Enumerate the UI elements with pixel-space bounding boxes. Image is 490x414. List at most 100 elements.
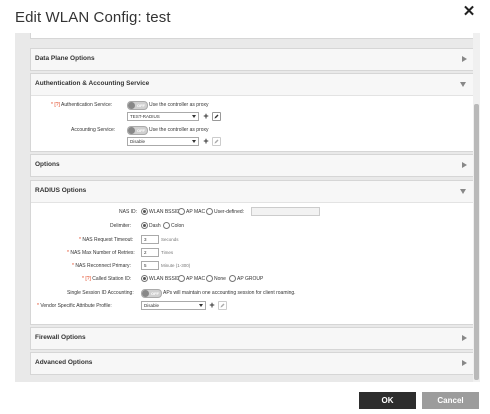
scrollbar-thumb[interactable] — [474, 104, 479, 380]
section-data-plane[interactable]: Data Plane Options — [30, 48, 476, 71]
help-link[interactable]: [?] — [54, 102, 60, 108]
called-apmac-label: AP MAC — [186, 276, 206, 282]
auth-service-label-row: * [?] Authentication Service: — [51, 102, 112, 108]
input-value: 5 — [144, 263, 147, 268]
section-header[interactable]: Options — [31, 155, 475, 176]
vsa-label-row: * Vendor Specific Attribute Profile: — [37, 303, 112, 309]
required-marker: * — [79, 237, 81, 243]
edit-icon[interactable] — [212, 112, 221, 121]
called-none-label: None — [214, 276, 226, 282]
req-timeout-label-row: * NAS Request Timeout: — [79, 237, 133, 243]
select-value: Disable — [144, 303, 160, 308]
section-options[interactable]: Options — [30, 154, 476, 177]
section-header[interactable]: Authentication & Accounting Service — [31, 74, 475, 96]
required-marker: * — [51, 102, 53, 108]
ok-button[interactable]: OK — [359, 392, 416, 409]
section-header[interactable]: RADIUS Options — [31, 181, 475, 203]
delimiter-dash-radio[interactable] — [141, 222, 148, 229]
delimiter-colon-radio[interactable] — [163, 222, 170, 229]
auth-proxy-toggle[interactable]: OFF — [127, 101, 148, 110]
auth-service-label: Authentication Service: — [61, 102, 113, 108]
req-timeout-unit: Seconds — [161, 237, 179, 242]
section-partial-top[interactable] — [30, 33, 476, 39]
max-retries-input[interactable]: 2 — [141, 248, 159, 257]
delimiter-label: Delimiter: — [110, 223, 132, 229]
required-marker: * — [67, 250, 69, 256]
add-icon[interactable]: + — [208, 301, 216, 310]
reconnect-input[interactable]: 5 — [141, 261, 159, 270]
nas-id-apmac-label: AP MAC — [186, 209, 206, 215]
section-header[interactable]: Data Plane Options — [31, 49, 475, 70]
section-advanced[interactable]: Advanced Options — [30, 352, 476, 375]
toggle-knob — [142, 290, 149, 297]
called-none-radio[interactable] — [206, 275, 213, 282]
edit-icon — [212, 137, 221, 146]
called-apmac-radio[interactable] — [178, 275, 185, 282]
toggle-state: OFF — [151, 291, 159, 296]
nas-id-bssid-radio[interactable] — [141, 208, 148, 215]
reconnect-unit: Minute (1-300) — [161, 263, 191, 268]
section-title: Options — [35, 161, 60, 168]
delimiter-dash-label: Dash — [149, 223, 161, 229]
input-value: 3 — [144, 237, 147, 242]
section-title: Data Plane Options — [35, 55, 95, 62]
nas-id-user-radio[interactable] — [206, 208, 213, 215]
add-icon[interactable]: + — [202, 137, 210, 146]
called-label-row: * [?] Called Station ID: — [82, 276, 131, 282]
reconnect-label: NAS Reconnect Primary: — [75, 263, 131, 269]
toggle-knob — [128, 127, 135, 134]
help-link[interactable]: [?] — [85, 276, 91, 282]
acct-proxy-toggle[interactable]: OFF — [127, 126, 148, 135]
chevron-down-icon — [192, 140, 196, 143]
toggle-state: OFF — [137, 128, 145, 133]
required-marker: * — [37, 303, 39, 309]
acct-proxy-text: Use the controller as proxy — [149, 127, 209, 133]
nas-id-user-label: User-defined: — [214, 209, 245, 215]
called-apgroup-label: AP GROUP — [237, 276, 264, 282]
single-session-text: APs will maintain one accounting session… — [163, 290, 296, 296]
nas-id-bssid-label: WLAN BSSID — [149, 209, 180, 215]
req-timeout-input[interactable]: 3 — [141, 235, 159, 244]
section-header[interactable]: Advanced Options — [31, 353, 475, 374]
select-value: TEST-RADIUS — [130, 114, 160, 119]
single-session-label: Single Session ID Accounting: — [67, 290, 134, 296]
section-firewall[interactable]: Firewall Options — [30, 327, 476, 350]
chevron-down-icon — [460, 189, 466, 194]
chevron-right-icon — [462, 335, 467, 341]
acct-service-label: Accounting Service: — [71, 127, 116, 133]
single-session-toggle[interactable]: OFF — [141, 289, 162, 298]
required-marker: * — [82, 276, 84, 282]
called-apgroup-radio[interactable] — [229, 275, 236, 282]
auth-proxy-text: Use the controller as proxy — [149, 102, 209, 108]
called-bssid-radio[interactable] — [141, 275, 148, 282]
close-icon[interactable]: ✕ — [461, 3, 477, 21]
max-retries-unit: Times — [161, 250, 174, 255]
dialog-body[interactable]: Data Plane Options Authentication & Acco… — [15, 33, 480, 382]
section-radius: RADIUS Options NAS ID: WLAN BSSID AP MAC… — [30, 180, 476, 325]
max-retries-label-row: * NAS Max Number of Retries: — [67, 250, 135, 256]
section-auth-acct: Authentication & Accounting Service * [?… — [30, 73, 476, 152]
reconnect-label-row: * NAS Reconnect Primary: — [72, 263, 131, 269]
dialog-title: Edit WLAN Config: test — [15, 9, 171, 26]
called-bssid-label: WLAN BSSID — [149, 276, 180, 282]
section-title: RADIUS Options — [35, 187, 87, 194]
vsa-label: Vendor Specific Attribute Profile: — [40, 303, 112, 309]
cancel-button[interactable]: Cancel — [422, 392, 479, 409]
vsa-profile-select[interactable]: Disable — [141, 301, 206, 310]
nas-id-apmac-radio[interactable] — [178, 208, 185, 215]
toggle-state: OFF — [137, 103, 145, 108]
chevron-right-icon — [462, 56, 467, 62]
chevron-down-icon — [199, 304, 203, 307]
req-timeout-label: NAS Request Timeout: — [82, 237, 134, 243]
section-title: Authentication & Accounting Service — [35, 80, 150, 87]
acct-service-select[interactable]: Disable — [127, 137, 199, 146]
chevron-right-icon — [462, 162, 467, 168]
section-title: Advanced Options — [35, 359, 93, 366]
scrollbar[interactable] — [473, 33, 480, 382]
auth-service-select[interactable]: TEST-RADIUS — [127, 112, 199, 121]
nas-id-user-input[interactable] — [251, 207, 320, 216]
nas-id-label: NAS ID: — [119, 209, 138, 215]
add-icon[interactable]: + — [202, 112, 210, 121]
chevron-down-icon — [460, 82, 466, 87]
section-header[interactable]: Firewall Options — [31, 328, 475, 349]
